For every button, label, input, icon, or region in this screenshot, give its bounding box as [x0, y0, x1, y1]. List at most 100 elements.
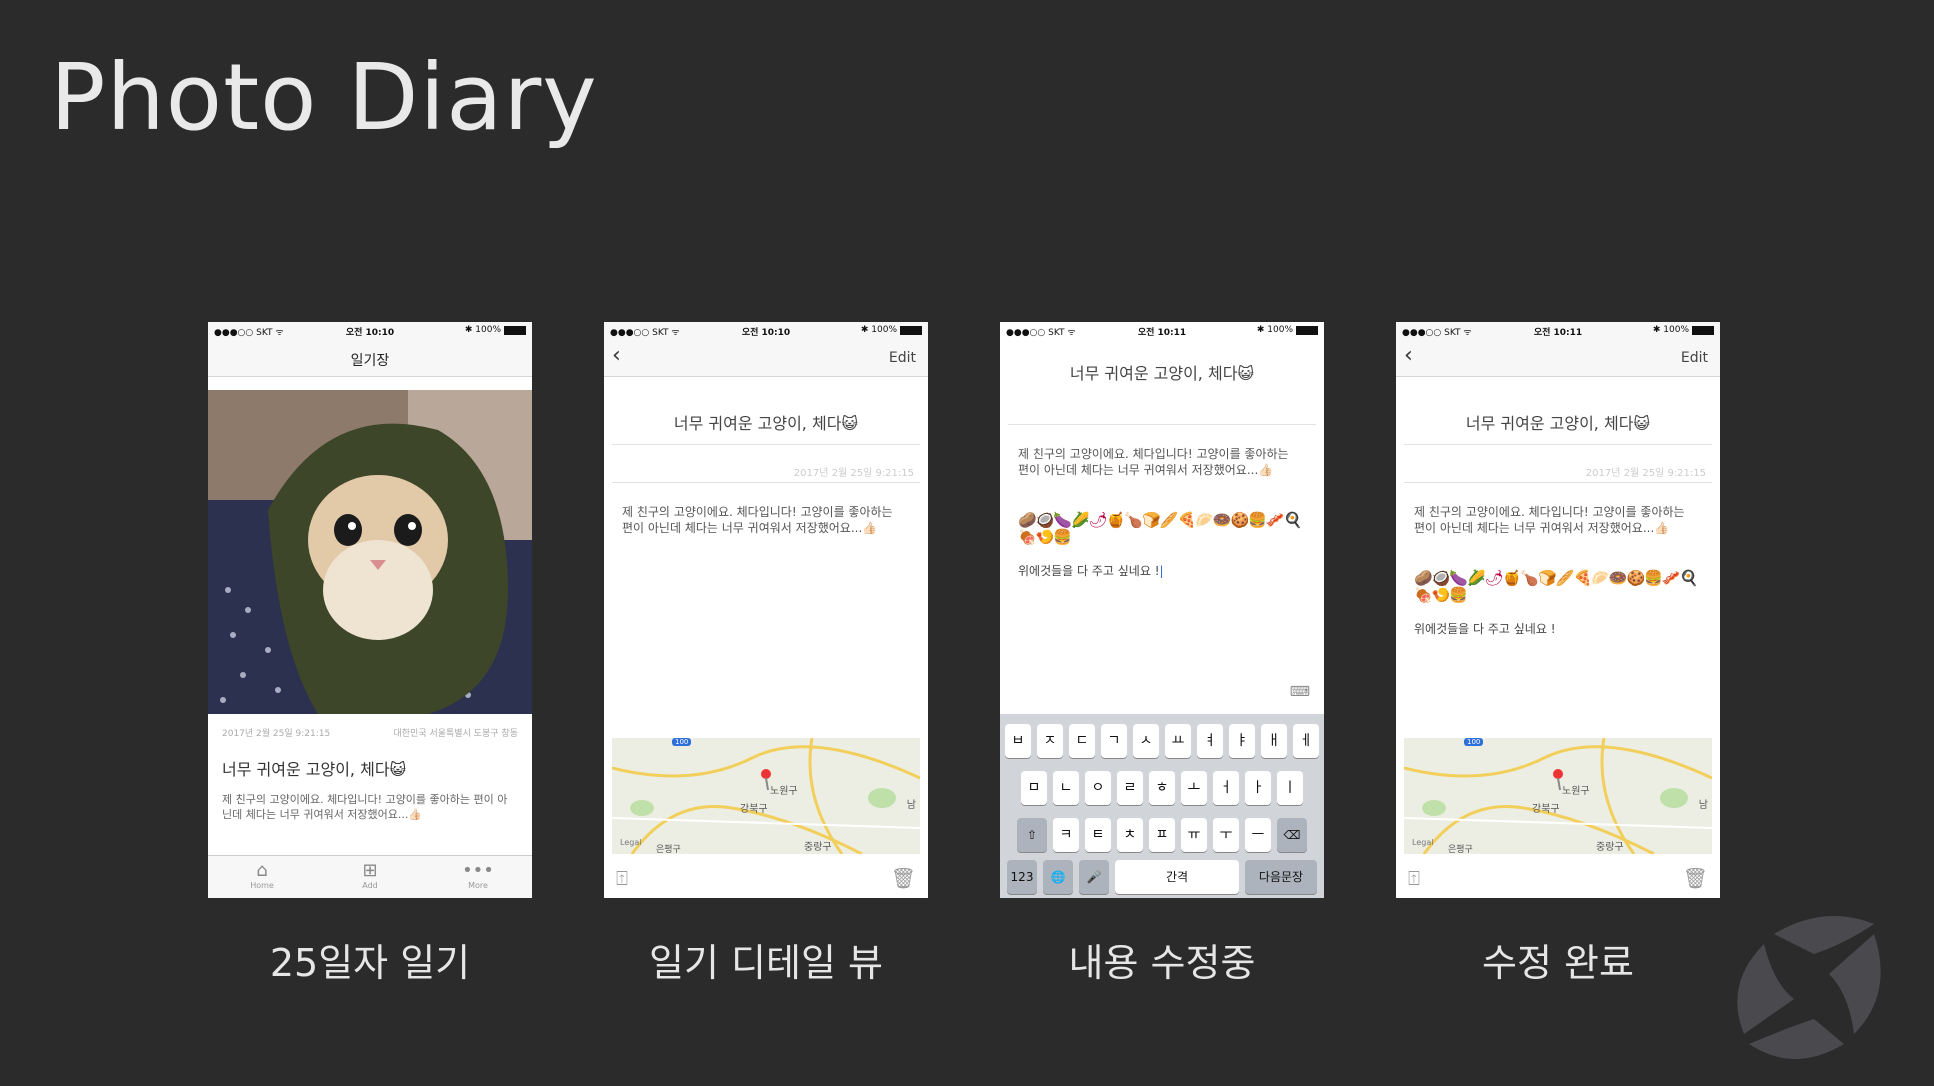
- key-ㄹ[interactable]: ㄹ: [1117, 771, 1143, 805]
- key-ㅏ[interactable]: ㅏ: [1245, 771, 1271, 805]
- map-legal[interactable]: Legal: [620, 838, 641, 847]
- key-ㅍ[interactable]: ㅍ: [1149, 818, 1175, 852]
- extra-text: 위에것들을 다 주고 싶네요 !: [1414, 622, 1556, 636]
- phone-screen-edit-done: ●●●○○ SKT ᯤ 오전 10:11 ✱ 100% ‹ Edit 너무 귀여…: [1396, 322, 1720, 898]
- return-key[interactable]: 다음문장: [1245, 860, 1317, 894]
- key-ㅣ[interactable]: ㅣ: [1277, 771, 1303, 805]
- map-legal[interactable]: Legal: [1412, 838, 1433, 847]
- key-ㅓ[interactable]: ㅓ: [1213, 771, 1239, 805]
- map-label: 강북구: [1532, 804, 1560, 815]
- map-label: 노원구: [1562, 786, 1590, 797]
- share-icon[interactable]: ⍐: [1408, 866, 1420, 890]
- entry-title[interactable]: 너무 귀여운 고양이, 체다😺: [222, 756, 406, 780]
- phone-screen-detail: ●●●○○ SKT ᯤ 오전 10:10 ✱ 100% ‹ Edit 너무 귀여…: [604, 322, 928, 898]
- share-icon[interactable]: ⍐: [616, 866, 628, 890]
- map-label: 남: [1698, 800, 1708, 811]
- key-ㅇ[interactable]: ㅇ: [1085, 771, 1111, 805]
- key-ㅗ[interactable]: ㅗ: [1181, 771, 1207, 805]
- battery-indicator: ✱ 100%: [861, 325, 922, 335]
- back-icon[interactable]: ‹: [1404, 345, 1413, 367]
- delete-key[interactable]: ⌫: [1277, 818, 1307, 852]
- trash-icon[interactable]: 🗑: [1683, 866, 1708, 890]
- key-ㅡ[interactable]: ㅡ: [1245, 818, 1271, 852]
- map-label: 중랑구: [804, 842, 832, 853]
- battery-indicator: ✱ 100%: [1653, 325, 1714, 335]
- key-ㅊ[interactable]: ㅊ: [1117, 818, 1143, 852]
- status-bar: ●●●○○ SKT ᯤ 오전 10:11 ✱ 100%: [1396, 322, 1720, 339]
- map-label: 노원구: [770, 786, 798, 797]
- toolbar: ⍐ 🗑: [604, 858, 928, 898]
- title-field[interactable]: 너무 귀여운 고양이, 체다😺: [1000, 360, 1324, 384]
- key-ㅈ[interactable]: ㅈ: [1037, 724, 1063, 758]
- space-key[interactable]: 간격: [1115, 860, 1239, 894]
- tab-more[interactable]: ••• More: [424, 856, 532, 898]
- nav-bar: ‹ Edit: [1396, 339, 1720, 377]
- phone-screen-editing: ●●●○○ SKT ᯤ 오전 10:11 ✱ 100% 너무 귀여운 고양이, …: [1000, 322, 1324, 898]
- cat-photo[interactable]: [208, 390, 532, 714]
- emoji-content: 🥔🥥🍆🌽🌶🍯🍗🍞🥖🍕🥟🍩🍪🍔🥓🍳🍖🍤🍔: [1414, 569, 1698, 604]
- location-map[interactable]: 100 노원구 강북구 중랑구 남 Legal 은평구: [1404, 738, 1712, 854]
- entry-date: 2017년 2월 25일 9:21:15: [222, 729, 331, 739]
- tab-home[interactable]: ⌂ Home: [208, 856, 316, 898]
- detail-body: 제 친구의 고양이에요. 체다입니다! 고양이를 좋아하는 편이 아닌데 체다는…: [1414, 505, 1685, 535]
- key-ㅛ[interactable]: ㅛ: [1165, 724, 1191, 758]
- key-ㅐ[interactable]: ㅐ: [1261, 724, 1287, 758]
- add-icon: ⊞: [362, 860, 378, 881]
- battery-icon: [1296, 325, 1318, 335]
- key-ㅎ[interactable]: ㅎ: [1149, 771, 1175, 805]
- caption-diary-list: 25일자 일기: [269, 941, 471, 985]
- battery-indicator: ✱ 100%: [1257, 325, 1318, 335]
- divider: [1008, 424, 1316, 425]
- status-bar: ●●●○○ SKT ᯤ 오전 10:11 ✱ 100%: [1000, 322, 1324, 339]
- map-label: 중랑구: [1596, 842, 1624, 853]
- detail-title: 너무 귀여운 고양이, 체다😺: [673, 414, 859, 433]
- edit-button[interactable]: Edit: [889, 350, 916, 366]
- toolbar: ⍐ 🗑: [1396, 858, 1720, 898]
- road-badge: 100: [1464, 738, 1484, 746]
- key-ㅌ[interactable]: ㅌ: [1085, 818, 1111, 852]
- key-ㄱ[interactable]: ㄱ: [1101, 724, 1127, 758]
- status-bar: ●●●○○ SKT ᯤ 오전 10:10 ✱ 100%: [604, 322, 928, 339]
- key-ㄴ[interactable]: ㄴ: [1053, 771, 1079, 805]
- key-ㅋ[interactable]: ㅋ: [1053, 818, 1079, 852]
- detail-title: 너무 귀여운 고양이, 체다😺: [1465, 414, 1651, 433]
- caption-editing: 내용 수정중: [1068, 941, 1256, 985]
- trash-icon[interactable]: 🗑: [891, 866, 916, 890]
- key-ㅁ[interactable]: ㅁ: [1021, 771, 1047, 805]
- road-badge: 100: [672, 738, 692, 746]
- divider: [1404, 444, 1712, 445]
- entry-location: 대한민국 서울특별시 도봉구 창동: [393, 729, 518, 739]
- key-ㅅ[interactable]: ㅅ: [1133, 724, 1159, 758]
- key-ㅑ[interactable]: ㅑ: [1229, 724, 1255, 758]
- location-map[interactable]: 100 노원구 강북구 중랑구 남 Legal 은평구: [612, 738, 920, 854]
- numbers-key[interactable]: 123: [1007, 860, 1037, 894]
- key-ㅜ[interactable]: ㅜ: [1213, 818, 1239, 852]
- key-ㅔ[interactable]: ㅔ: [1293, 724, 1319, 758]
- back-icon[interactable]: ‹: [612, 345, 621, 367]
- tab-add[interactable]: ⊞ Add: [316, 856, 424, 898]
- key-ㅠ[interactable]: ㅠ: [1181, 818, 1207, 852]
- map-label: 은평구: [656, 845, 681, 854]
- nav-title: 일기장: [350, 353, 390, 369]
- battery-indicator: ✱ 100%: [465, 325, 526, 335]
- globe-icon[interactable]: 🌐: [1043, 860, 1073, 894]
- edit-button[interactable]: Edit: [1681, 350, 1708, 366]
- map-label: 은평구: [1448, 845, 1473, 854]
- shift-key[interactable]: ⇧: [1017, 818, 1047, 852]
- divider: [612, 482, 920, 483]
- mic-icon[interactable]: 🎤: [1079, 860, 1109, 894]
- divider: [612, 444, 920, 445]
- caption-edit-done: 수정 완료: [1482, 941, 1634, 985]
- tab-bar: ⌂ Home ⊞ Add ••• More: [208, 855, 532, 898]
- key-ㅕ[interactable]: ㅕ: [1197, 724, 1223, 758]
- key-ㅂ[interactable]: ㅂ: [1005, 724, 1031, 758]
- key-ㄷ[interactable]: ㄷ: [1069, 724, 1095, 758]
- keyboard-icon[interactable]: ⌨: [1290, 684, 1310, 700]
- status-bar: ●●●○○ SKT ᯤ 오전 10:10 ✱ 100%: [208, 322, 532, 339]
- body-field[interactable]: 제 친구의 고양이에요. 체다입니다! 고양이를 좋아하는 편이 아닌데 체다는…: [1018, 446, 1300, 478]
- nav-bar: 일기장: [208, 339, 532, 377]
- phone-screen-diary-list: ●●●○○ SKT ᯤ 오전 10:10 ✱ 100% 일기장 2017년 2월…: [208, 322, 532, 898]
- korean-keyboard: ㅂㅈㄷㄱㅅㅛㅕㅑㅐㅔ ㅁㄴㅇㄹㅎㅗㅓㅏㅣ ⇧ ㅋㅌㅊㅍㅠㅜㅡ ⌫ 123 🌐 🎤 간…: [1000, 714, 1324, 898]
- detail-date: 2017년 2월 25일 9:21:15: [1585, 468, 1706, 479]
- divider: [1404, 482, 1712, 483]
